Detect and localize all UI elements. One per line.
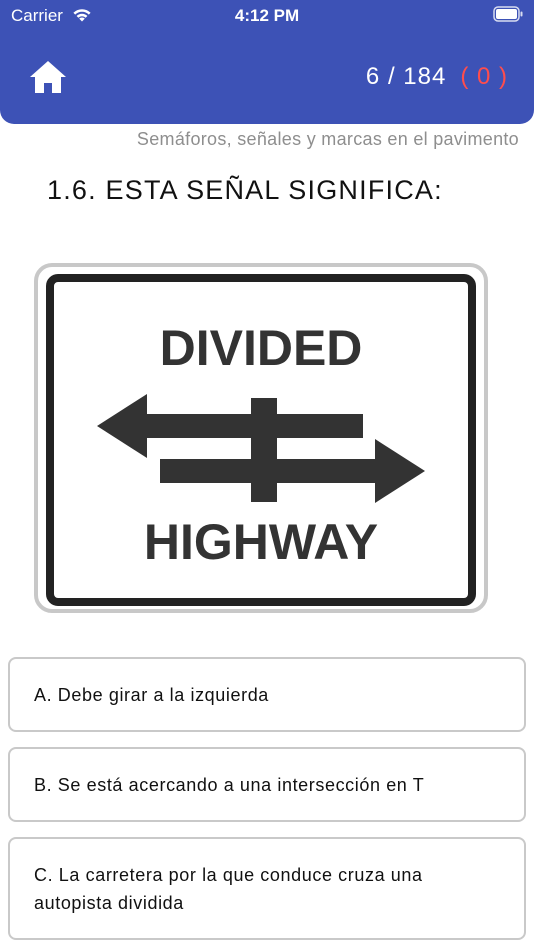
sign-top-text: DIVIDED xyxy=(160,320,363,376)
divided-highway-sign-image: DIVIDED HIGHWAY xyxy=(34,263,488,613)
question-counter: 6 / 184 ( 0 ) xyxy=(366,63,508,91)
header-bar: Carrier 4:12 PM 6 / 184 ( 0 ) xyxy=(0,0,534,124)
status-bar: Carrier 4:12 PM xyxy=(0,0,534,30)
answer-option-c[interactable]: C. La carretera por la que conduce cruza… xyxy=(8,837,526,940)
answer-option-c-label: C. La carretera por la que conduce cruza… xyxy=(34,864,423,913)
home-icon xyxy=(30,61,66,93)
home-button[interactable] xyxy=(28,58,68,96)
answer-option-a-label: A. Debe girar a la izquierda xyxy=(34,684,269,705)
wrong-count: ( 0 ) xyxy=(460,63,508,90)
answer-option-b[interactable]: B. Se está acercando a una intersección … xyxy=(8,747,526,822)
question-progress: 6 / 184 xyxy=(365,63,447,90)
battery-icon xyxy=(493,6,523,22)
question-text: 1.6. ESTA SEÑAL SIGNIFICA: xyxy=(47,175,443,205)
sign-bottom-text: HIGHWAY xyxy=(144,514,378,570)
answer-option-b-label: B. Se está acercando a una intersección … xyxy=(34,774,425,795)
category-label: Semáforos, señales y marcas en el pavime… xyxy=(136,129,519,149)
status-time: 4:12 PM xyxy=(234,6,300,25)
answer-option-a[interactable]: A. Debe girar a la izquierda xyxy=(8,657,526,732)
